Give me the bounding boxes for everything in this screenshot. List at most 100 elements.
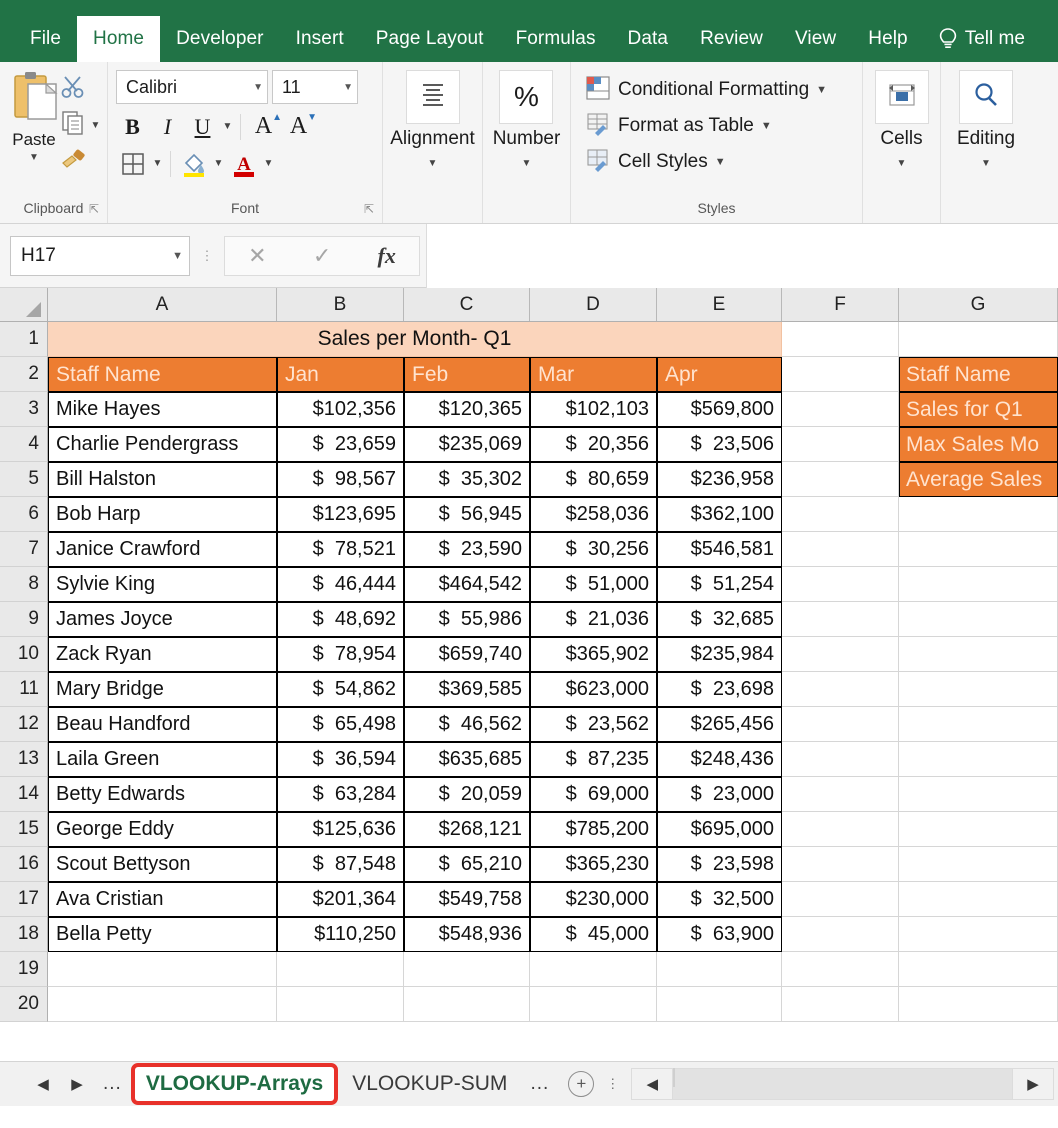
scroll-right-button[interactable]: ▶ [1012,1068,1054,1100]
row-header-12[interactable]: 12 [0,707,48,742]
cell-c7-feb[interactable]: $ 23,590 [404,532,530,567]
paste-dropdown-caret[interactable]: ▼ [29,154,39,162]
cell-c10-feb[interactable]: $659,740 [404,637,530,672]
cell-b7-jan[interactable]: $ 78,521 [277,532,404,567]
format-painter-icon[interactable] [60,147,88,176]
cell-f16[interactable] [782,847,899,882]
cell-f5[interactable] [782,462,899,497]
cell-b14-jan[interactable]: $ 63,284 [277,777,404,812]
cell-c17-feb[interactable]: $549,758 [404,882,530,917]
cell-d7-mar[interactable]: $ 30,256 [530,532,657,567]
cell-styles-button[interactable]: Cell Styles ▼ [579,144,726,180]
cell-b15-jan[interactable]: $125,636 [277,812,404,847]
paste-button[interactable]: Paste ▼ [8,68,60,162]
cell-g4-lookup-label[interactable]: Max Sales Mo [899,427,1058,462]
cell-b4-jan[interactable]: $ 23,659 [277,427,404,462]
row-header-11[interactable]: 11 [0,672,48,707]
cell-c14-feb[interactable]: $ 20,059 [404,777,530,812]
row-header-2[interactable]: 2 [0,357,48,392]
cell-a13-staff-name[interactable]: Laila Green [48,742,277,777]
cell-e6-apr[interactable]: $362,100 [657,497,782,532]
cell-g10[interactable] [899,637,1058,672]
cell-c6-feb[interactable]: $ 56,945 [404,497,530,532]
tell-me-box[interactable]: Tell me [924,16,1039,62]
borders-dropdown-caret[interactable]: ▼ [151,158,164,169]
name-box[interactable]: H17 ▼ [10,236,190,276]
cell-g13[interactable] [899,742,1058,777]
cell-b12-jan[interactable]: $ 65,498 [277,707,404,742]
cell-f7[interactable] [782,532,899,567]
ribbon-tab-view[interactable]: View [779,16,852,62]
row-header-3[interactable]: 3 [0,392,48,427]
clipboard-dialog-launcher[interactable]: ⇱ [89,198,99,220]
fill-color-icon[interactable] [177,147,210,180]
borders-icon[interactable] [116,147,149,180]
conditional-formatting-button[interactable]: Conditional Formatting ▼ [579,72,827,108]
cell-a9-staff-name[interactable]: James Joyce [48,602,277,637]
cell-b16-jan[interactable]: $ 87,548 [277,847,404,882]
cell-a15-staff-name[interactable]: George Eddy [48,812,277,847]
cell-d4-mar[interactable]: $ 20,356 [530,427,657,462]
cell-a3-staff-name[interactable]: Mike Hayes [48,392,277,427]
cell-header-staff-name[interactable]: Staff Name [48,357,277,392]
cell-g17[interactable] [899,882,1058,917]
cell-e16-apr[interactable]: $ 23,598 [657,847,782,882]
cell-c15-feb[interactable]: $268,121 [404,812,530,847]
cell-f10[interactable] [782,637,899,672]
cell-header-mar[interactable]: Mar [530,357,657,392]
cell-a1-title[interactable]: Sales per Month- Q1 [48,322,782,357]
cell-d16-mar[interactable]: $365,230 [530,847,657,882]
cell-e13-apr[interactable]: $248,436 [657,742,782,777]
alignment-dropdown-caret[interactable]: ▼ [390,158,475,169]
cell-a6-staff-name[interactable]: Bob Harp [48,497,277,532]
cell-d17-mar[interactable]: $230,000 [530,882,657,917]
cell-e12-apr[interactable]: $265,456 [657,707,782,742]
alignment-button[interactable] [406,70,460,124]
cell-e17-apr[interactable]: $ 32,500 [657,882,782,917]
column-header-f[interactable]: F [782,288,899,321]
italic-button[interactable]: I [151,110,184,143]
cell-b19[interactable] [277,952,404,987]
cell-c13-feb[interactable]: $635,685 [404,742,530,777]
cell-f15[interactable] [782,812,899,847]
enter-check-icon[interactable]: ✓ [313,243,331,269]
cell-e19[interactable] [657,952,782,987]
ribbon-tab-help[interactable]: Help [852,16,923,62]
column-header-b[interactable]: B [277,288,404,321]
cell-c4-feb[interactable]: $235,069 [404,427,530,462]
cell-c18-feb[interactable]: $548,936 [404,917,530,952]
previous-sheet-arrow-icon[interactable]: ◀ [26,1075,60,1093]
cell-g5-lookup-label[interactable]: Average Sales [899,462,1058,497]
fx-icon[interactable]: fx [378,243,396,269]
cell-c16-feb[interactable]: $ 65,210 [404,847,530,882]
row-header-4[interactable]: 4 [0,427,48,462]
row-header-1[interactable]: 1 [0,322,48,357]
cell-d11-mar[interactable]: $623,000 [530,672,657,707]
cell-g20[interactable] [899,987,1058,1022]
grow-font-button[interactable]: A▲ [247,110,280,143]
next-sheet-arrow-icon[interactable]: ▶ [60,1075,94,1093]
shrink-font-button[interactable]: A▼ [282,110,315,143]
font-size-combo[interactable]: 11 ▼ [272,70,358,104]
row-header-18[interactable]: 18 [0,917,48,952]
cell-e8-apr[interactable]: $ 51,254 [657,567,782,602]
cell-a4-staff-name[interactable]: Charlie Pendergrass [48,427,277,462]
cell-b20[interactable] [277,987,404,1022]
cell-g12[interactable] [899,707,1058,742]
scroll-left-button[interactable]: ◀ [631,1068,673,1100]
cell-d9-mar[interactable]: $ 21,036 [530,602,657,637]
cell-g15[interactable] [899,812,1058,847]
cell-e7-apr[interactable]: $546,581 [657,532,782,567]
cell-g18[interactable] [899,917,1058,952]
font-color-dropdown-caret[interactable]: ▼ [262,158,275,169]
cell-c12-feb[interactable]: $ 46,562 [404,707,530,742]
ribbon-tab-formulas[interactable]: Formulas [500,16,612,62]
row-header-6[interactable]: 6 [0,497,48,532]
cell-b3-jan[interactable]: $102,356 [277,392,404,427]
row-header-9[interactable]: 9 [0,602,48,637]
cell-header-apr[interactable]: Apr [657,357,782,392]
cell-b18-jan[interactable]: $110,250 [277,917,404,952]
cell-c19[interactable] [404,952,530,987]
cell-f8[interactable] [782,567,899,602]
bold-button[interactable]: B [116,110,149,143]
